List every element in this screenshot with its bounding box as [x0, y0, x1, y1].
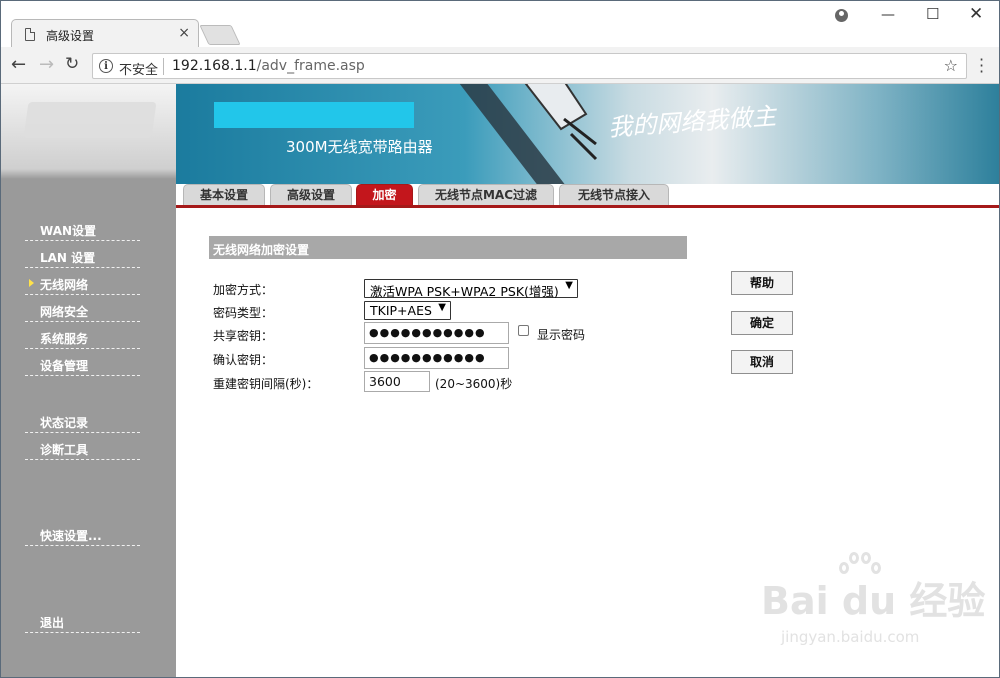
- info-icon[interactable]: i: [99, 59, 113, 73]
- forward-arrow-icon[interactable]: →: [39, 54, 54, 75]
- bookmark-star-icon[interactable]: ☆: [944, 56, 958, 75]
- ok-button[interactable]: 确定: [731, 311, 793, 335]
- rekey-range: (20~3600)秒: [435, 377, 513, 391]
- sidebar-item-wan[interactable]: WAN设置: [25, 216, 140, 241]
- maximize-icon[interactable]: ☐: [926, 5, 939, 23]
- url-host: 192.168.1.1: [172, 58, 257, 74]
- account-icon[interactable]: [835, 9, 848, 22]
- brand-bar: [214, 102, 414, 128]
- main-content: 无线网络加密设置 加密方式： 激活WPA PSK+WPA2 PSK(增强) ▼ …: [176, 208, 999, 677]
- product-name: 300M无线宽带路由器: [286, 138, 433, 156]
- rekey-input[interactable]: 3600: [364, 371, 430, 392]
- tab-basic[interactable]: 基本设置: [183, 184, 265, 205]
- new-tab-button[interactable]: [199, 25, 241, 45]
- url-path: /adv_frame.asp: [256, 58, 365, 74]
- sidebar-item-wireless[interactable]: 无线网络: [25, 270, 140, 295]
- sidebar-item-logs[interactable]: 状态记录: [25, 408, 140, 433]
- encryption-label: 加密方式：: [213, 283, 274, 297]
- address-separator: [163, 58, 164, 75]
- encryption-select[interactable]: 激活WPA PSK+WPA2 PSK(增强) ▼: [364, 279, 578, 299]
- network-plug-image: [459, 84, 598, 184]
- cipher-label: 密码类型：: [213, 306, 274, 320]
- dropdown-arrow-icon: ▼: [438, 302, 446, 313]
- baidu-watermark: Bai du 经验 jingyan.baidu.com: [761, 552, 985, 646]
- rekey-label: 重建密钥间隔(秒)：: [213, 377, 319, 391]
- encryption-value: 激活WPA PSK+WPA2 PSK(增强): [370, 284, 559, 299]
- header-banner: 300M无线宽带路由器 我的网络我做主: [176, 84, 999, 184]
- browser-tab[interactable]: 高级设置 ×: [11, 19, 199, 49]
- tab-mac-filter[interactable]: 无线节点MAC过滤: [418, 184, 554, 205]
- confirm-label: 确认密钥：: [213, 353, 274, 367]
- show-password-checkbox[interactable]: [518, 325, 529, 336]
- security-label: 不安全: [119, 63, 159, 78]
- cipher-value: TKIP+AES: [370, 303, 432, 318]
- sidebar-item-device[interactable]: 设备管理: [25, 351, 140, 376]
- tab-encryption[interactable]: 加密: [356, 184, 413, 205]
- settings-tabs: 基本设置 高级设置 加密 无线节点MAC过滤 无线节点接入: [176, 184, 999, 208]
- show-password-label: 显示密码: [537, 328, 586, 342]
- psk-input[interactable]: ●●●●●●●●●●●: [364, 322, 509, 344]
- browser-toolbar: ← → ↻ i 不安全 192.168.1.1/adv_frame.asp ☆ …: [1, 47, 999, 84]
- browser-menu-icon[interactable]: · · ·: [979, 52, 984, 80]
- confirm-input[interactable]: ●●●●●●●●●●●: [364, 347, 509, 369]
- reload-icon[interactable]: ↻: [65, 54, 79, 74]
- close-window-icon[interactable]: ✕: [969, 4, 983, 24]
- tab-node-access[interactable]: 无线节点接入: [559, 184, 669, 205]
- minimize-icon[interactable]: —: [881, 7, 895, 23]
- help-button[interactable]: 帮助: [731, 271, 793, 295]
- url-text[interactable]: 192.168.1.1/adv_frame.asp: [172, 58, 365, 74]
- sidebar-item-services[interactable]: 系统服务: [25, 324, 140, 349]
- page-icon: [25, 28, 35, 41]
- section-title: 无线网络加密设置: [209, 236, 687, 259]
- sidebar-item-quick-setup[interactable]: 快速设置...: [25, 521, 140, 546]
- sidebar-item-security[interactable]: 网络安全: [25, 297, 140, 322]
- cipher-select[interactable]: TKIP+AES ▼: [364, 301, 451, 320]
- sidebar: WAN设置 LAN 设置 无线网络 网络安全 系统服务 设备管理 状态记录 诊断…: [1, 84, 176, 677]
- paw-icon: [839, 552, 883, 592]
- sidebar-item-diagnostics[interactable]: 诊断工具: [25, 435, 140, 460]
- cancel-button[interactable]: 取消: [731, 350, 793, 374]
- watermark-url: jingyan.baidu.com: [781, 628, 920, 646]
- psk-label: 共享密钥：: [213, 329, 274, 343]
- address-bar[interactable]: i 不安全 192.168.1.1/adv_frame.asp ☆: [92, 53, 967, 79]
- slogan: 我的网络我做主: [607, 102, 777, 142]
- dropdown-arrow-icon: ▼: [565, 280, 573, 291]
- brand-logo: [23, 102, 157, 138]
- back-arrow-icon[interactable]: ←: [11, 54, 26, 75]
- tab-advanced[interactable]: 高级设置: [270, 184, 352, 205]
- tab-close-icon[interactable]: ×: [178, 25, 190, 41]
- tab-title: 高级设置: [46, 29, 95, 43]
- sidebar-item-lan[interactable]: LAN 设置: [25, 243, 140, 268]
- browser-window: 高级设置 × — ☐ ✕ ← → ↻ i 不安全 192.168.1.1/adv…: [0, 0, 1000, 678]
- sidebar-item-logout[interactable]: 退出: [25, 608, 140, 633]
- browser-titlebar: 高级设置 × — ☐ ✕: [1, 1, 999, 49]
